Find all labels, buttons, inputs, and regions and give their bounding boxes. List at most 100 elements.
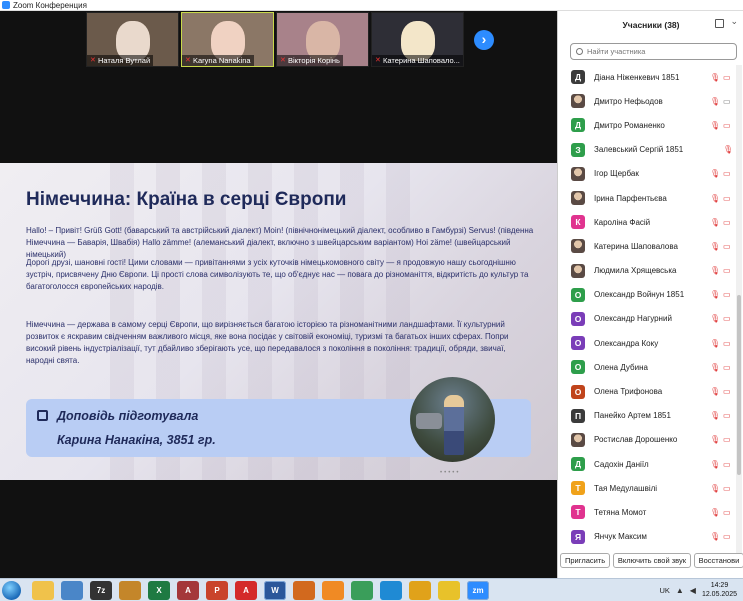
camera-off-icon[interactable]: ▭	[723, 169, 731, 178]
ie-tool-icon[interactable]	[61, 581, 83, 600]
camera-off-icon[interactable]: ▭	[723, 242, 731, 251]
camera-off-icon[interactable]: ▭	[723, 339, 731, 348]
edge-icon[interactable]	[380, 581, 402, 600]
explorer-icon[interactable]	[32, 581, 54, 600]
camera-off-icon[interactable]: ▭	[723, 532, 731, 541]
participant-scrollbar[interactable]	[736, 65, 742, 555]
participant-name: Ігор Щербак	[594, 169, 639, 179]
muted-mic-icon[interactable]: 🎙	[710, 73, 720, 82]
camera-off-icon[interactable]: ▭	[723, 266, 731, 275]
participant-row[interactable]: О Олександра Коку 🎙 ▭	[558, 331, 734, 355]
muted-mic-icon[interactable]: 🎙	[710, 508, 720, 517]
popout-icon[interactable]	[715, 19, 724, 28]
7zip-icon[interactable]: 7z	[90, 581, 112, 600]
camera-off-icon[interactable]: ▭	[723, 121, 731, 130]
participant-search[interactable]	[570, 43, 737, 60]
participant-name: Садохін Даніїл	[594, 459, 649, 469]
participant-row[interactable]: Ростислав Дорошенко 🎙 ▭	[558, 428, 734, 452]
invite-button[interactable]: Пригласить	[560, 553, 610, 568]
muted-mic-icon[interactable]: 🎙	[710, 242, 720, 251]
excel-icon[interactable]: X	[148, 581, 170, 600]
muted-mic-icon: ✕	[90, 57, 96, 64]
participant-row[interactable]: Ігор Щербак 🎙 ▭	[558, 162, 734, 186]
participant-row[interactable]: Катерина Шаповалова 🎙 ▭	[558, 234, 734, 258]
muted-mic-icon[interactable]: 🎙	[723, 145, 733, 154]
start-button[interactable]	[2, 581, 21, 600]
camera-off-icon[interactable]: ▭	[723, 290, 731, 299]
media-icon[interactable]	[322, 581, 344, 600]
muted-mic-icon[interactable]: 🎙	[710, 218, 720, 227]
search-input[interactable]	[587, 47, 727, 56]
access-icon[interactable]: A	[177, 581, 199, 600]
chevron-down-icon[interactable]: ⌄	[730, 16, 738, 27]
muted-mic-icon[interactable]: 🎙	[710, 460, 720, 469]
participant-row[interactable]: О Олександр Нагурний 🎙 ▭	[558, 307, 734, 331]
muted-mic-icon[interactable]: 🎙	[710, 266, 720, 275]
camera-off-icon[interactable]: ▭	[723, 314, 731, 323]
camera-off-icon[interactable]: ▭	[723, 484, 731, 493]
participant-row[interactable]: Дмитро Нефьодов 🎙 ▭	[558, 89, 734, 113]
paw-icon[interactable]	[119, 581, 141, 600]
participant-row[interactable]: З Залевський Сергій 1851 🎙	[558, 138, 734, 162]
pen-icon[interactable]	[293, 581, 315, 600]
scrollbar-thumb[interactable]	[737, 295, 741, 475]
muted-mic-icon[interactable]: 🎙	[710, 169, 720, 178]
video-thumbnail[interactable]: ✕ Karyna Nanakina	[181, 12, 274, 67]
camera-off-icon[interactable]: ▭	[723, 411, 731, 420]
muted-mic-icon[interactable]: 🎙	[710, 290, 720, 299]
camera-off-icon[interactable]: ▭	[723, 460, 731, 469]
language-indicator[interactable]: UK	[659, 586, 669, 595]
acrobat-icon[interactable]: A	[235, 581, 257, 600]
participant-row[interactable]: Я Янчук Максим 🎙 ▭	[558, 525, 734, 549]
muted-mic-icon[interactable]: 🎙	[710, 532, 720, 541]
word-icon[interactable]: W	[264, 581, 286, 600]
zoom-icon[interactable]: zm	[467, 581, 489, 600]
muted-mic-icon[interactable]: 🎙	[710, 363, 720, 372]
muted-mic-icon[interactable]: 🎙	[710, 194, 720, 203]
participant-row[interactable]: К Кароліна Фасій 🎙 ▭	[558, 210, 734, 234]
participant-name: Залевський Сергій 1851	[594, 145, 684, 155]
camera-icon[interactable]: ▭	[723, 97, 731, 106]
participant-row[interactable]: О Олександр Войнун 1851 🎙 ▭	[558, 283, 734, 307]
participant-row[interactable]: П Панейко Артем 1851 🎙 ▭	[558, 404, 734, 428]
camera-off-icon[interactable]: ▭	[723, 508, 731, 517]
camera-off-icon[interactable]: ▭	[723, 387, 731, 396]
muted-mic-icon[interactable]: 🎙	[710, 97, 720, 106]
drive-icon[interactable]	[351, 581, 373, 600]
muted-mic-icon[interactable]: 🎙	[710, 484, 720, 493]
video-thumbnail[interactable]: ✕ Вікторія Корінь	[276, 12, 369, 67]
muted-mic-icon[interactable]: 🎙	[710, 121, 720, 130]
camera-off-icon[interactable]: ▭	[723, 363, 731, 372]
chrome-icon[interactable]	[409, 581, 431, 600]
restore-button[interactable]: Восстанови	[693, 553, 743, 568]
video-thumbnail[interactable]: ✕ Наталя Вутлай	[86, 12, 179, 67]
video-thumbnail[interactable]: ✕ Катерина Шаповало...	[371, 12, 464, 67]
participant-row[interactable]: Д Дмитро Романенко 🎙 ▭	[558, 113, 734, 137]
avatar: Я	[571, 529, 585, 544]
muted-mic-icon[interactable]: 🎙	[710, 339, 720, 348]
camera-off-icon[interactable]: ▭	[723, 73, 731, 82]
unmute-self-button[interactable]: Включить свой звук	[612, 553, 691, 568]
muted-mic-icon[interactable]: 🎙	[710, 314, 720, 323]
camera-off-icon[interactable]: ▭	[723, 218, 731, 227]
powerpoint-icon[interactable]: P	[206, 581, 228, 600]
participant-row[interactable]: Людмила Хрящевська 🎙 ▭	[558, 259, 734, 283]
volume-icon[interactable]: ◀	[690, 586, 696, 595]
participant-row[interactable]: Ірина Парфентьєва 🎙 ▭	[558, 186, 734, 210]
participant-row[interactable]: О Олена Трифонова 🎙 ▭	[558, 379, 734, 403]
muted-mic-icon[interactable]: 🎙	[710, 387, 720, 396]
thumbnail-nameplate: ✕ Наталя Вутлай	[87, 55, 154, 66]
participant-row[interactable]: О Олена Дубина 🎙 ▭	[558, 355, 734, 379]
camera-off-icon[interactable]: ▭	[723, 194, 731, 203]
muted-mic-icon[interactable]: 🎙	[710, 435, 720, 444]
participant-row[interactable]: Т Тая Медулашвілі 🎙 ▭	[558, 476, 734, 500]
participant-row[interactable]: Т Тетяна Момот 🎙 ▭	[558, 500, 734, 524]
network-icon[interactable]: ▲	[676, 586, 684, 595]
participant-row[interactable]: Д Діана Ніженкевич 1851 🎙 ▭	[558, 65, 734, 89]
next-page-button[interactable]: ›	[474, 30, 494, 50]
acrobat-triangle-icon[interactable]	[438, 581, 460, 600]
participant-row[interactable]: Д Садохін Даніїл 🎙 ▭	[558, 452, 734, 476]
muted-mic-icon[interactable]: 🎙	[710, 411, 720, 420]
camera-off-icon[interactable]: ▭	[723, 435, 731, 444]
clock[interactable]: 14:29 12.05.2025	[702, 581, 737, 599]
